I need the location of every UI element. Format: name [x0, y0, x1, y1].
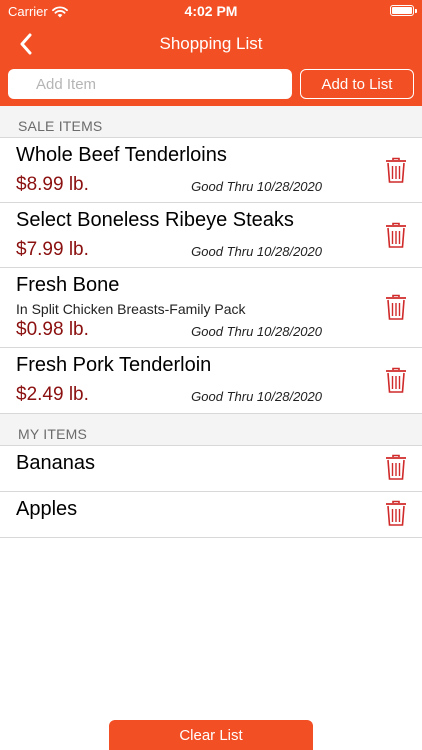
item-name: Bananas [16, 452, 95, 474]
sale-item-row[interactable]: Select Boneless Ribeye Steaks $7.99 lb. … [0, 203, 422, 268]
item-price: $2.49 lb. [16, 384, 89, 405]
add-to-list-button[interactable]: Add to List [300, 69, 414, 99]
sale-item-row[interactable]: Whole Beef Tenderloins $8.99 lb. Good Th… [0, 138, 422, 203]
good-thru-date: Good Thru 10/28/2020 [191, 179, 322, 194]
add-item-bar: Add to List [0, 66, 422, 106]
item-name: Select Boneless Ribeye Steaks [16, 209, 294, 231]
battery-icon [390, 5, 417, 16]
trash-icon[interactable] [385, 367, 407, 393]
item-name: Apples [16, 498, 78, 520]
trash-icon[interactable] [385, 500, 407, 526]
section-header-my-items: MY ITEMS [0, 414, 422, 446]
item-name: Fresh Bone [16, 274, 120, 296]
page-title: Shopping List [159, 34, 263, 53]
item-price: $8.99 lb. [16, 174, 89, 195]
section-header-sale-items: SALE ITEMS [0, 106, 422, 138]
add-item-input[interactable] [8, 69, 292, 99]
trash-icon[interactable] [385, 222, 407, 248]
item-subtitle: In Split Chicken Breasts-Family Pack [16, 301, 246, 317]
status-time: 4:02 PM [184, 3, 238, 19]
clear-list-button[interactable]: Clear List [109, 720, 313, 750]
sale-item-row[interactable]: Fresh Bone In Split Chicken Breasts-Fami… [0, 268, 422, 348]
good-thru-date: Good Thru 10/28/2020 [191, 324, 322, 339]
status-bar: Carrier 4:02 PM [0, 0, 422, 22]
my-item-row[interactable]: Bananas [0, 446, 422, 492]
item-name: Fresh Pork Tenderloin [16, 354, 212, 376]
item-name: Whole Beef Tenderloins [16, 144, 227, 166]
good-thru-date: Good Thru 10/28/2020 [191, 244, 322, 259]
trash-icon[interactable] [385, 157, 407, 183]
my-item-row[interactable]: Apples [0, 492, 422, 538]
trash-icon[interactable] [385, 294, 407, 320]
trash-icon[interactable] [385, 454, 407, 480]
item-price: $7.99 lb. [16, 239, 89, 260]
nav-bar: Shopping List [0, 22, 422, 66]
item-price: $0.98 lb. [16, 319, 89, 340]
good-thru-date: Good Thru 10/28/2020 [191, 389, 322, 404]
sale-item-row[interactable]: Fresh Pork Tenderloin $2.49 lb. Good Thr… [0, 348, 422, 414]
